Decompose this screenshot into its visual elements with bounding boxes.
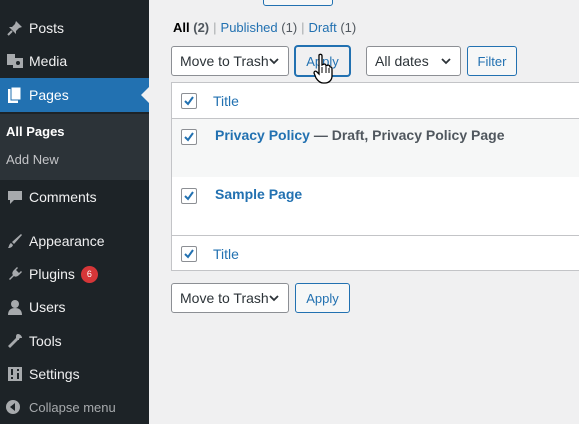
pages-list-table: Title Privacy Policy — Draft, Privacy Po… — [171, 82, 579, 271]
sidebar-item-tools[interactable]: Tools — [0, 324, 149, 358]
filter-button[interactable]: Filter — [467, 46, 517, 76]
sidebar-item-label: Plugins — [29, 266, 75, 282]
collapse-icon — [3, 399, 23, 415]
pushpin-icon — [5, 18, 25, 38]
hand-cursor-icon — [313, 53, 333, 90]
sidebar-item-plugins[interactable]: Plugins 6 — [0, 257, 149, 291]
checkmark-icon — [184, 132, 194, 142]
chevron-down-icon — [439, 54, 453, 71]
page-title-link[interactable]: Privacy Policy — [215, 127, 310, 143]
row-title: Privacy Policy — Draft, Privacy Policy P… — [215, 127, 504, 143]
filter-separator: | — [301, 20, 305, 35]
filter-all-link[interactable]: All (2) — [173, 20, 209, 35]
bulk-action-value: Move to Trash — [180, 53, 269, 69]
sidebar-item-label: Pages — [29, 87, 69, 103]
chevron-down-icon — [267, 291, 281, 308]
submenu-all-pages[interactable]: All Pages — [6, 124, 65, 139]
collapse-label: Collapse menu — [29, 399, 116, 415]
checkmark-icon — [184, 191, 194, 201]
brush-icon — [5, 231, 25, 251]
checkmark-icon — [184, 96, 194, 106]
bulk-action-select-top[interactable]: Move to Trash — [171, 46, 289, 76]
table-row: Sample Page — [172, 177, 579, 235]
title-column-header[interactable]: Title — [213, 93, 239, 109]
submenu-add-new[interactable]: Add New — [6, 152, 59, 167]
sidebar-item-appearance[interactable]: Appearance — [0, 224, 149, 258]
update-count-badge: 6 — [80, 265, 98, 283]
sidebar-item-posts[interactable]: Posts — [0, 11, 149, 45]
sidebar-item-label: Settings — [29, 366, 80, 382]
sidebar-item-label: Tools — [29, 333, 62, 349]
pages-submenu: All Pages Add New — [0, 114, 149, 180]
row-checkbox[interactable] — [181, 188, 197, 204]
sidebar-item-label: Media — [29, 53, 68, 69]
post-state: — Draft, Privacy Policy Page — [309, 127, 505, 143]
select-all-checkbox-bottom[interactable] — [181, 246, 197, 262]
row-checkbox[interactable] — [181, 129, 197, 145]
wrench-icon — [5, 331, 25, 351]
page-title-link[interactable]: Sample Page — [215, 186, 302, 202]
status-filter-links: All (2) | Published (1) | Draft (1) — [173, 20, 356, 35]
table-header-row: Title — [172, 83, 579, 119]
comment-icon — [5, 187, 25, 207]
title-column-footer[interactable]: Title — [213, 246, 239, 262]
user-icon — [5, 297, 25, 317]
bulk-action-value: Move to Trash — [180, 290, 269, 306]
sidebar-item-label: Appearance — [29, 233, 105, 249]
plug-icon — [5, 264, 25, 284]
sidebar-item-settings[interactable]: Settings — [0, 357, 149, 391]
table-row: Privacy Policy — Draft, Privacy Policy P… — [172, 119, 579, 177]
active-indicator — [141, 87, 149, 103]
sidebar-item-label: Posts — [29, 20, 65, 36]
pages-icon — [5, 85, 25, 105]
add-new-page-button[interactable] — [263, 0, 333, 6]
row-title: Sample Page — [215, 186, 302, 202]
collapse-menu-button[interactable]: Collapse menu — [0, 392, 149, 422]
main-content: All (2) | Published (1) | Draft (1) Move to … — [149, 0, 579, 424]
select-all-checkbox[interactable] — [181, 93, 197, 109]
chevron-down-icon — [267, 54, 281, 71]
filter-published-link[interactable]: Published (1) — [221, 20, 298, 35]
settings-icon — [5, 364, 25, 384]
sidebar-item-media[interactable]: Media — [0, 44, 149, 78]
date-filter-value: All dates — [375, 53, 429, 69]
admin-sidebar: Posts Media Pages All Pages Add New Comm… — [0, 0, 149, 424]
filter-draft-link[interactable]: Draft (1) — [309, 20, 357, 35]
apply-button-bottom[interactable]: Apply — [295, 283, 350, 313]
sidebar-item-label: Users — [29, 299, 66, 315]
media-icon — [5, 51, 25, 71]
filter-separator: | — [213, 20, 217, 35]
sidebar-item-comments[interactable]: Comments — [0, 180, 149, 214]
checkmark-icon — [184, 249, 194, 259]
sidebar-item-label: Comments — [29, 189, 97, 205]
date-filter-select[interactable]: All dates — [366, 46, 461, 76]
bulk-action-select-bottom[interactable]: Move to Trash — [171, 283, 289, 313]
table-footer-row: Title — [172, 235, 579, 271]
sidebar-item-pages[interactable]: Pages — [0, 78, 149, 112]
sidebar-item-users[interactable]: Users — [0, 290, 149, 324]
